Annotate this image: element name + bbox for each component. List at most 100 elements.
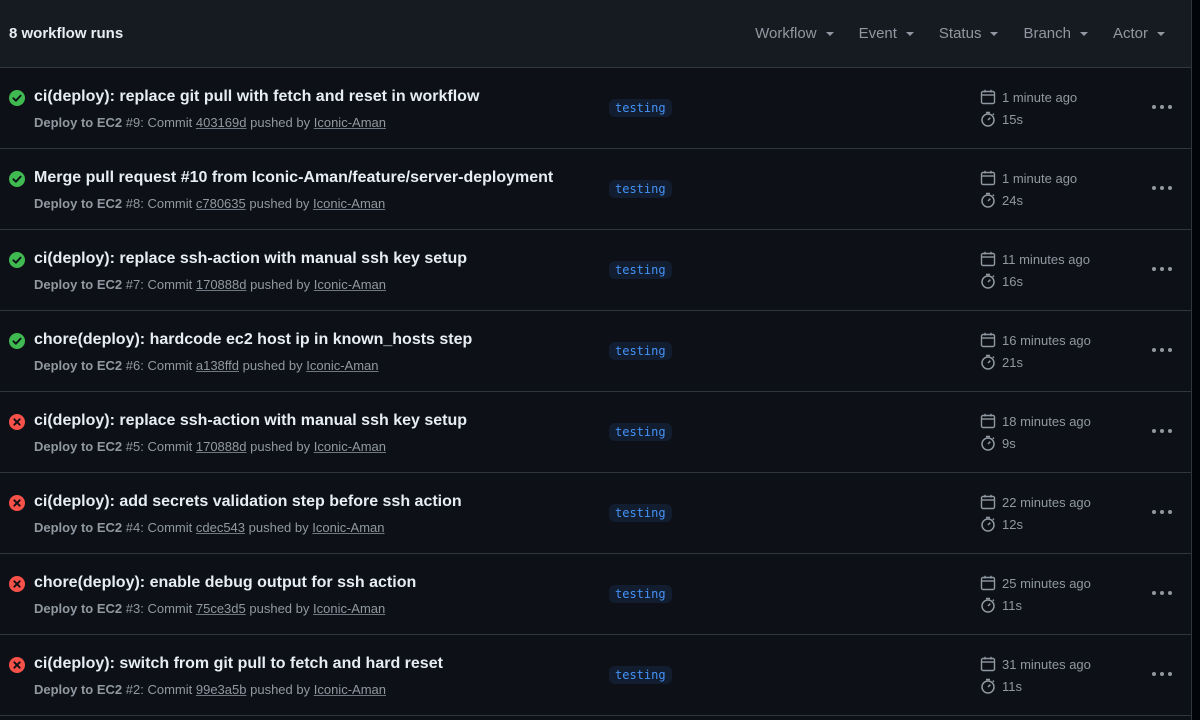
- time-ago: 18 minutes ago: [1002, 413, 1091, 429]
- workflow-name: Deploy to EC2: [34, 682, 123, 697]
- workflow-run-row[interactable]: ci(deploy): replace ssh-action with manu…: [0, 230, 1191, 311]
- commit-sha-link[interactable]: 170888d: [196, 277, 247, 292]
- actor-link[interactable]: Iconic-Aman: [306, 358, 378, 373]
- commit-sha-link[interactable]: 99e3a5b: [196, 682, 247, 697]
- x-circle-icon: [9, 576, 25, 592]
- run-duration: 9s: [980, 435, 1016, 451]
- duration: 11s: [1002, 678, 1022, 694]
- filter-branch[interactable]: Branch: [1023, 25, 1088, 42]
- run-date: 1 minute ago: [980, 170, 1077, 186]
- actor-link[interactable]: Iconic-Aman: [314, 682, 386, 697]
- pushed-by-label: pushed by: [250, 682, 311, 697]
- run-title[interactable]: ci(deploy): replace git pull with fetch …: [34, 88, 479, 106]
- stopwatch-icon: [981, 435, 995, 451]
- run-duration: 11s: [980, 678, 1022, 694]
- workflow-name: Deploy to EC2: [34, 196, 123, 211]
- branch-label[interactable]: testing: [609, 585, 672, 603]
- commit-sha-link[interactable]: c780635: [196, 196, 246, 211]
- workflow-name: Deploy to EC2: [34, 601, 123, 616]
- filter-status[interactable]: Status: [939, 25, 999, 42]
- time-ago: 1 minute ago: [1002, 170, 1078, 186]
- kebab-menu-icon[interactable]: [1146, 95, 1178, 119]
- filter-label: Actor: [1112, 25, 1148, 42]
- kebab-menu-icon[interactable]: [1146, 176, 1178, 200]
- pushed-by-label: pushed by: [242, 358, 303, 373]
- workflow-run-row[interactable]: ci(deploy): replace git pull with fetch …: [0, 68, 1191, 149]
- run-number: #5: [125, 439, 141, 454]
- workflow-run-row[interactable]: Merge pull request #10 from Iconic-Aman/…: [0, 149, 1191, 230]
- run-title[interactable]: Merge pull request #10 from Iconic-Aman/…: [34, 169, 553, 187]
- workflow-run-row[interactable]: ci(deploy): replace ssh-action with manu…: [0, 392, 1191, 473]
- kebab-menu-icon[interactable]: [1146, 419, 1178, 443]
- workflow-run-row[interactable]: chore(deploy): hardcode ec2 host ip in k…: [0, 311, 1191, 392]
- run-title[interactable]: ci(deploy): switch from git pull to fetc…: [34, 655, 443, 673]
- kebab-menu-icon[interactable]: [1146, 257, 1178, 281]
- caret-down-icon: [825, 32, 834, 36]
- time-ago: 11 minutes ago: [1002, 251, 1090, 267]
- commit-label: Commit: [147, 682, 193, 697]
- branch-label[interactable]: testing: [609, 261, 672, 279]
- x-circle-icon: [9, 414, 25, 430]
- time-ago: 16 minutes ago: [1002, 332, 1091, 348]
- workflow-run-row[interactable]: chore(deploy): enable debug output for s…: [0, 554, 1191, 635]
- run-number: #7: [125, 277, 141, 292]
- commit-sha-link[interactable]: 170888d: [196, 439, 247, 454]
- commit-label: Commit: [147, 277, 193, 292]
- run-title[interactable]: chore(deploy): enable debug output for s…: [34, 574, 416, 592]
- run-duration: 16s: [980, 273, 1023, 289]
- commit-label: Commit: [147, 196, 193, 211]
- calendar-icon: [980, 494, 996, 510]
- caret-down-icon: [990, 32, 999, 36]
- run-meta: Deploy to EC2 #3: Commit 75ce3d5 pushed …: [34, 601, 386, 616]
- run-title[interactable]: chore(deploy): hardcode ec2 host ip in k…: [34, 331, 472, 349]
- filter-workflow[interactable]: Workflow: [755, 25, 834, 42]
- run-title[interactable]: ci(deploy): replace ssh-action with manu…: [34, 250, 467, 268]
- run-date: 11 minutes ago: [980, 251, 1090, 267]
- pushed-by-label: pushed by: [250, 439, 311, 454]
- run-date: 31 minutes ago: [980, 656, 1091, 672]
- kebab-menu-icon[interactable]: [1146, 581, 1178, 605]
- commit-sha-link[interactable]: cdec543: [196, 520, 245, 535]
- kebab-menu-icon[interactable]: [1146, 500, 1178, 524]
- run-meta: Deploy to EC2 #4: Commit cdec543 pushed …: [34, 520, 385, 535]
- workflow-run-row[interactable]: ci(deploy): add secrets validation step …: [0, 473, 1191, 554]
- run-list: ci(deploy): replace git pull with fetch …: [0, 68, 1191, 716]
- branch-label[interactable]: testing: [609, 666, 672, 684]
- check-circle-icon: [9, 252, 25, 268]
- commit-sha-link[interactable]: 403169d: [196, 115, 247, 130]
- commit-sha-link[interactable]: 75ce3d5: [196, 601, 246, 616]
- stopwatch-icon: [981, 678, 995, 694]
- filter-actor[interactable]: Actor: [1113, 25, 1165, 42]
- time-ago: 31 minutes ago: [1002, 656, 1091, 672]
- run-title[interactable]: ci(deploy): add secrets validation step …: [34, 493, 462, 511]
- filter-label: Event: [858, 25, 897, 42]
- actor-link[interactable]: Iconic-Aman: [313, 196, 385, 211]
- branch-label[interactable]: testing: [609, 342, 672, 360]
- actor-link[interactable]: Iconic-Aman: [314, 115, 386, 130]
- run-date: 16 minutes ago: [980, 332, 1091, 348]
- branch-label[interactable]: testing: [609, 99, 672, 117]
- calendar-icon: [980, 413, 996, 429]
- branch-label[interactable]: testing: [609, 180, 672, 198]
- kebab-menu-icon[interactable]: [1146, 338, 1178, 362]
- actor-link[interactable]: Iconic-Aman: [314, 439, 386, 454]
- actor-link[interactable]: Iconic-Aman: [313, 601, 385, 616]
- workflow-name: Deploy to EC2: [34, 358, 123, 373]
- run-meta: Deploy to EC2 #7: Commit 170888d pushed …: [34, 277, 386, 292]
- run-duration: 24s: [980, 192, 1023, 208]
- actor-link[interactable]: Iconic-Aman: [314, 277, 386, 292]
- kebab-menu-icon[interactable]: [1146, 662, 1178, 686]
- filter-event[interactable]: Event: [859, 25, 914, 42]
- workflow-run-row[interactable]: ci(deploy): switch from git pull to fetc…: [0, 635, 1191, 716]
- commit-label: Commit: [147, 358, 193, 373]
- branch-label[interactable]: testing: [609, 504, 672, 522]
- actor-link[interactable]: Iconic-Aman: [312, 520, 384, 535]
- calendar-icon: [980, 656, 996, 672]
- time-ago: 22 minutes ago: [1002, 494, 1091, 510]
- commit-sha-link[interactable]: a138ffd: [196, 358, 239, 373]
- duration: 16s: [1002, 273, 1023, 289]
- check-circle-icon: [9, 171, 25, 187]
- branch-label[interactable]: testing: [609, 423, 672, 441]
- run-title[interactable]: ci(deploy): replace ssh-action with manu…: [34, 412, 467, 430]
- commit-label: Commit: [147, 115, 193, 130]
